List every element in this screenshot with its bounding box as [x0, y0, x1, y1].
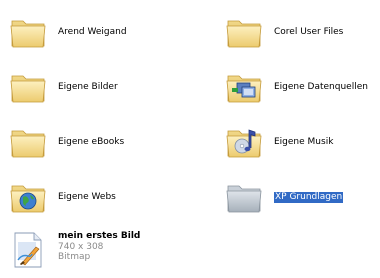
folder-label: Eigene Webs: [58, 191, 116, 202]
folder-label: Eigene Bilder: [58, 81, 118, 92]
folder-label: Arend Weigand: [58, 26, 127, 37]
folder-item-xp-grundlagen[interactable]: XP Grundlagen: [224, 177, 344, 217]
file-item-mein-erstes-bild[interactable]: mein erstes Bild 740 x 308 Bitmap: [8, 230, 140, 270]
folder-icon: [8, 67, 48, 107]
folder-item-eigene-datenquellen[interactable]: Eigene Datenquellen: [224, 67, 368, 107]
file-info: mein erstes Bild 740 x 308 Bitmap: [58, 231, 140, 262]
folder-item-eigene-musik[interactable]: Eigene Musik: [224, 122, 333, 162]
folder-item-eigene-ebooks[interactable]: Eigene eBooks: [8, 122, 124, 162]
folder-icon: [224, 177, 264, 217]
folder-item-arend-weigand[interactable]: Arend Weigand: [8, 12, 127, 52]
folder-icon: [8, 122, 48, 162]
file-dimensions: 740 x 308: [58, 242, 104, 252]
folder-label: Eigene eBooks: [58, 136, 125, 147]
folder-icon: [224, 12, 264, 52]
bitmap-file-icon: [8, 230, 48, 270]
file-type: Bitmap: [58, 252, 91, 262]
folder-label: Corel User Files: [274, 26, 344, 37]
folder-item-eigene-webs[interactable]: Eigene Webs: [8, 177, 116, 217]
data-sources-folder-icon: [224, 67, 264, 107]
folder-item-eigene-bilder[interactable]: Eigene Bilder: [8, 67, 118, 107]
web-folder-icon: [8, 177, 48, 217]
folder-icon: [8, 12, 48, 52]
music-folder-icon: [224, 122, 264, 162]
folder-label: Eigene Musik: [274, 136, 334, 147]
folder-item-corel-user-files[interactable]: Corel User Files: [224, 12, 343, 52]
folder-label-selected: XP Grundlagen: [274, 191, 344, 203]
folder-label: Eigene Datenquellen: [274, 81, 368, 92]
file-name: mein erstes Bild: [58, 231, 141, 241]
